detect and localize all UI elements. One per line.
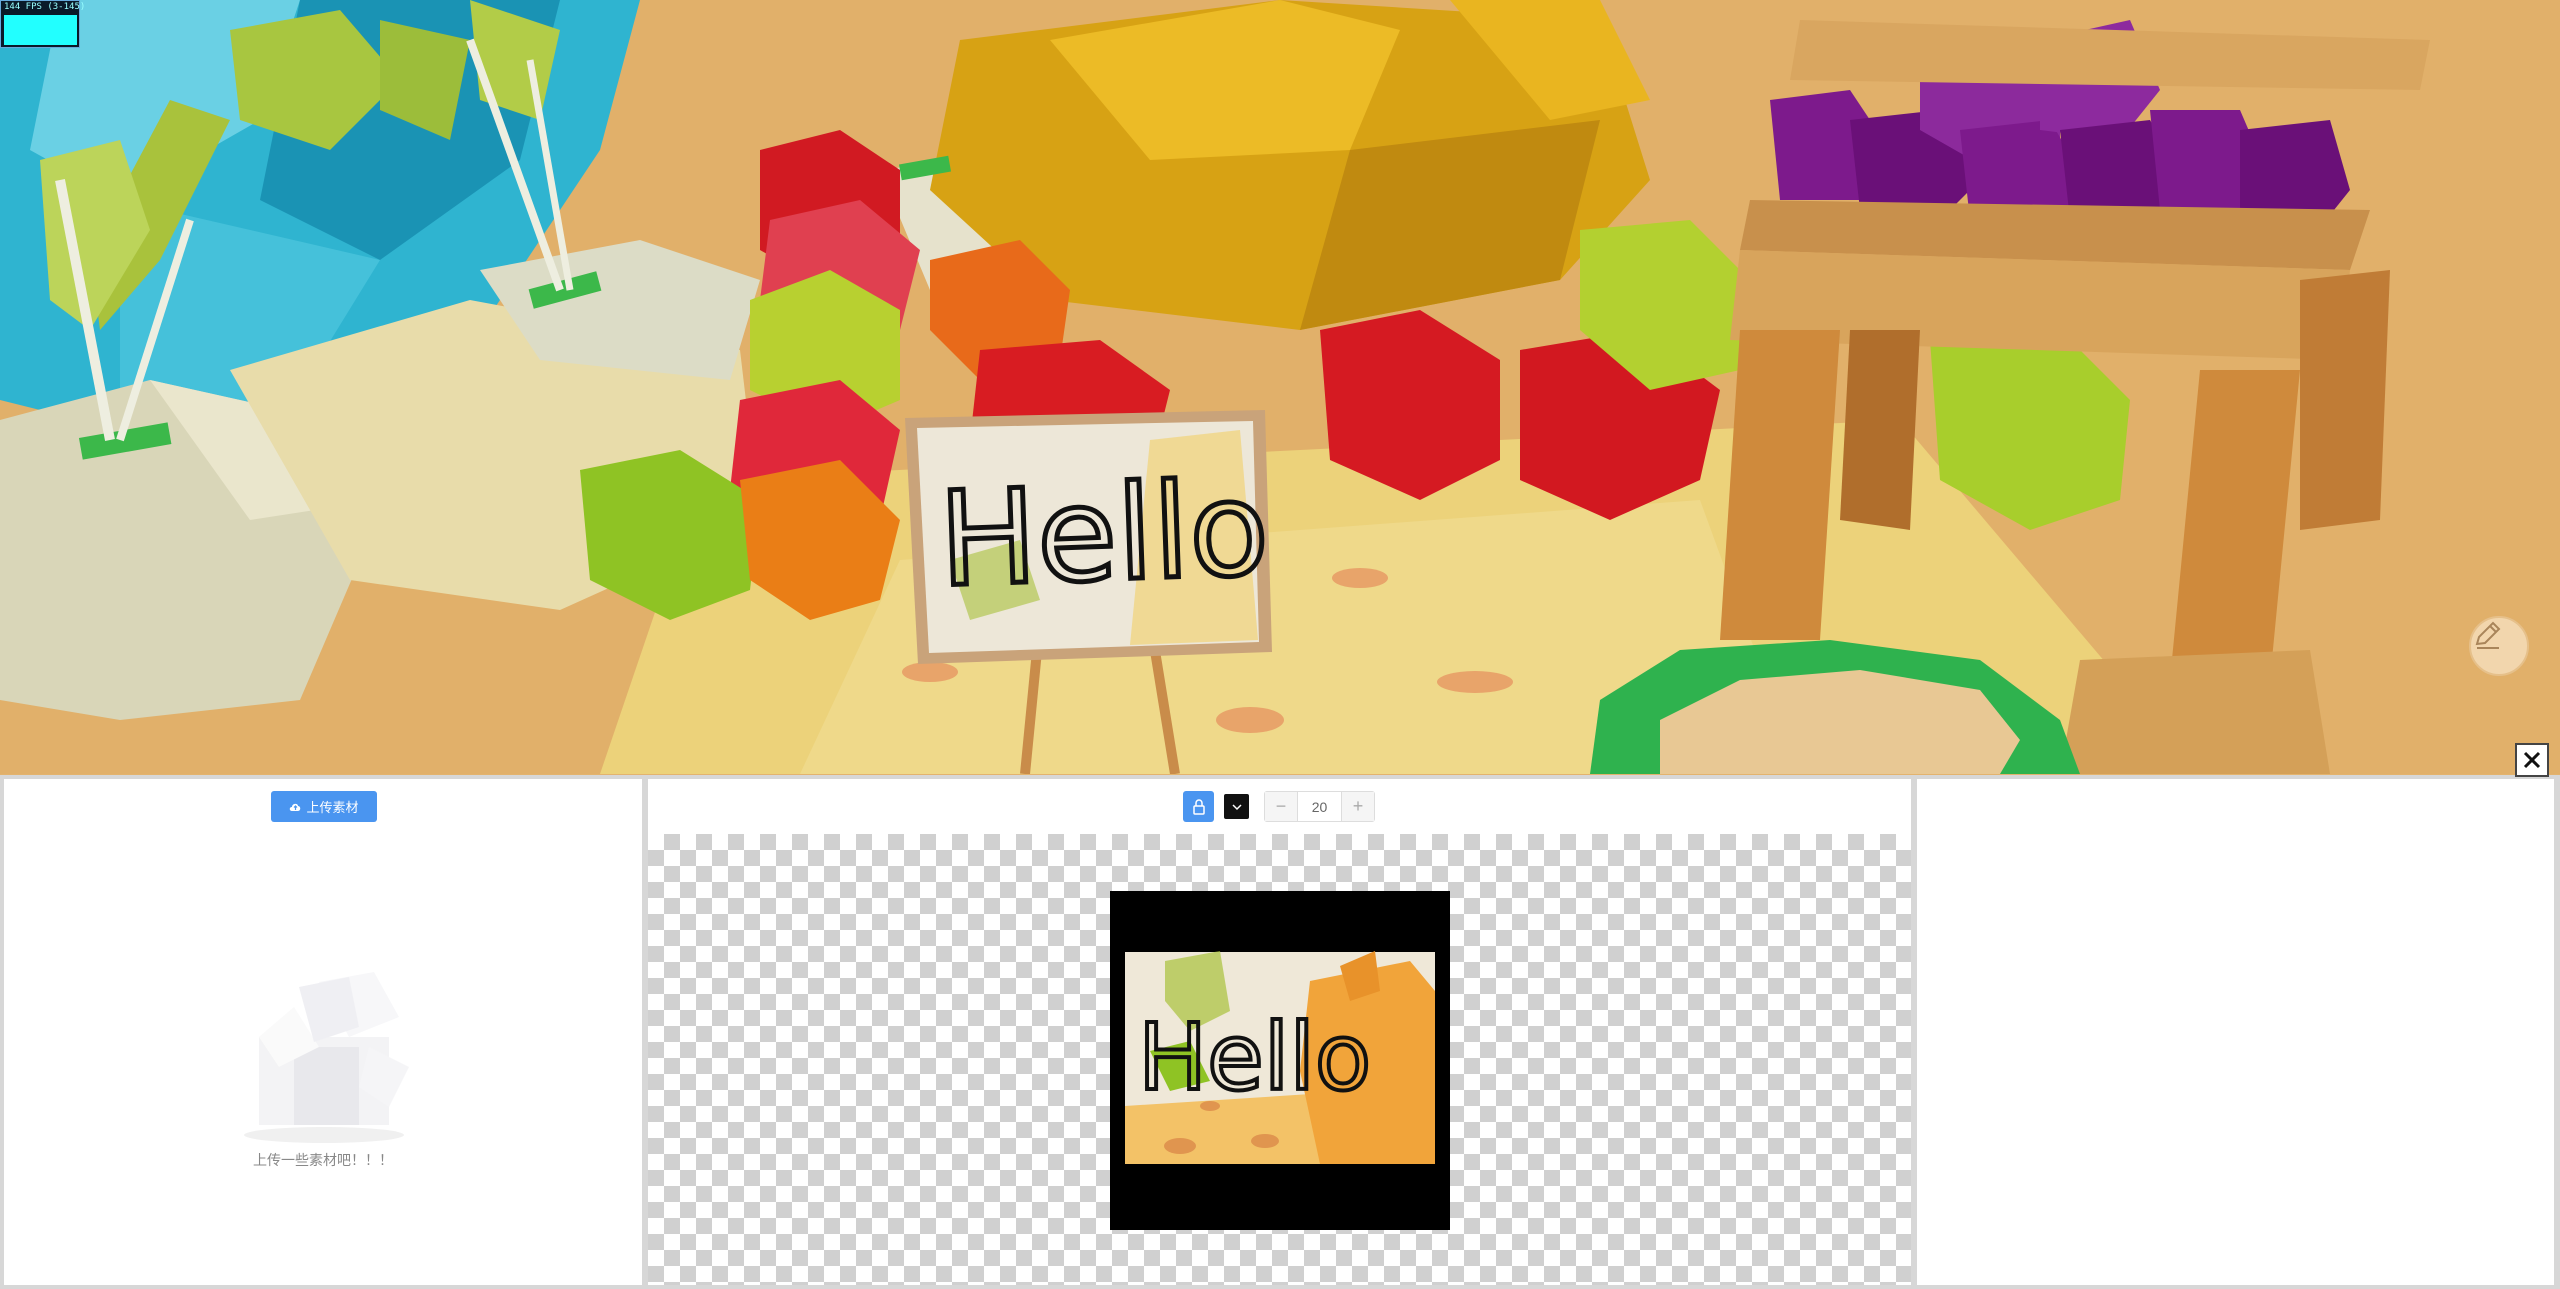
lock-icon [1192,798,1205,815]
chevron-down-icon [1231,803,1242,810]
sign-hello-text: Hello [937,452,1272,615]
upload-asset-label: 上传素材 [306,800,359,815]
preview-image: Hello [1125,951,1435,1164]
editor-panel: 上传素材 上传一些素材吧！！！ − 20 + Hello [0,775,2560,1289]
preview-hello-text: Hello [1138,1004,1371,1111]
fps-graph [4,15,77,45]
lock-button[interactable] [1183,791,1214,822]
brush-size-stepper: − 20 + [1264,791,1375,822]
upload-asset-button[interactable]: 上传素材 [271,791,377,822]
scene-illustration: Hello [0,0,2560,774]
empty-box-icon [244,972,409,1143]
fps-counter: 144 FPS (3-145) [0,0,85,48]
drawing-toolbar: − 20 + [648,791,1911,823]
cloud-upload-icon [290,803,301,811]
increase-size-button[interactable]: + [1342,792,1374,821]
pencil-icon [2475,621,2501,649]
decrease-size-button[interactable]: − [1265,792,1297,821]
transparent-canvas[interactable]: Hello [648,834,1911,1285]
close-button[interactable] [2515,743,2549,777]
pencil-tool-button[interactable] [2469,616,2529,676]
color-picker-button[interactable] [1224,794,1249,819]
drawing-editor: − 20 + Hello [648,779,1911,1285]
game-scene[interactable]: Hello 144 FPS (3-145) [0,0,2560,774]
asset-panel: 上传素材 上传一些素材吧！！！ [4,779,642,1285]
properties-panel [1917,779,2554,1285]
drawing-preview[interactable]: Hello [1110,891,1450,1230]
fps-text: 144 FPS (3-145) [4,2,86,12]
brush-size-value[interactable]: 20 [1297,792,1342,821]
empty-state-message: 上传一些素材吧！！！ [253,1152,393,1168]
close-icon [2523,751,2541,769]
